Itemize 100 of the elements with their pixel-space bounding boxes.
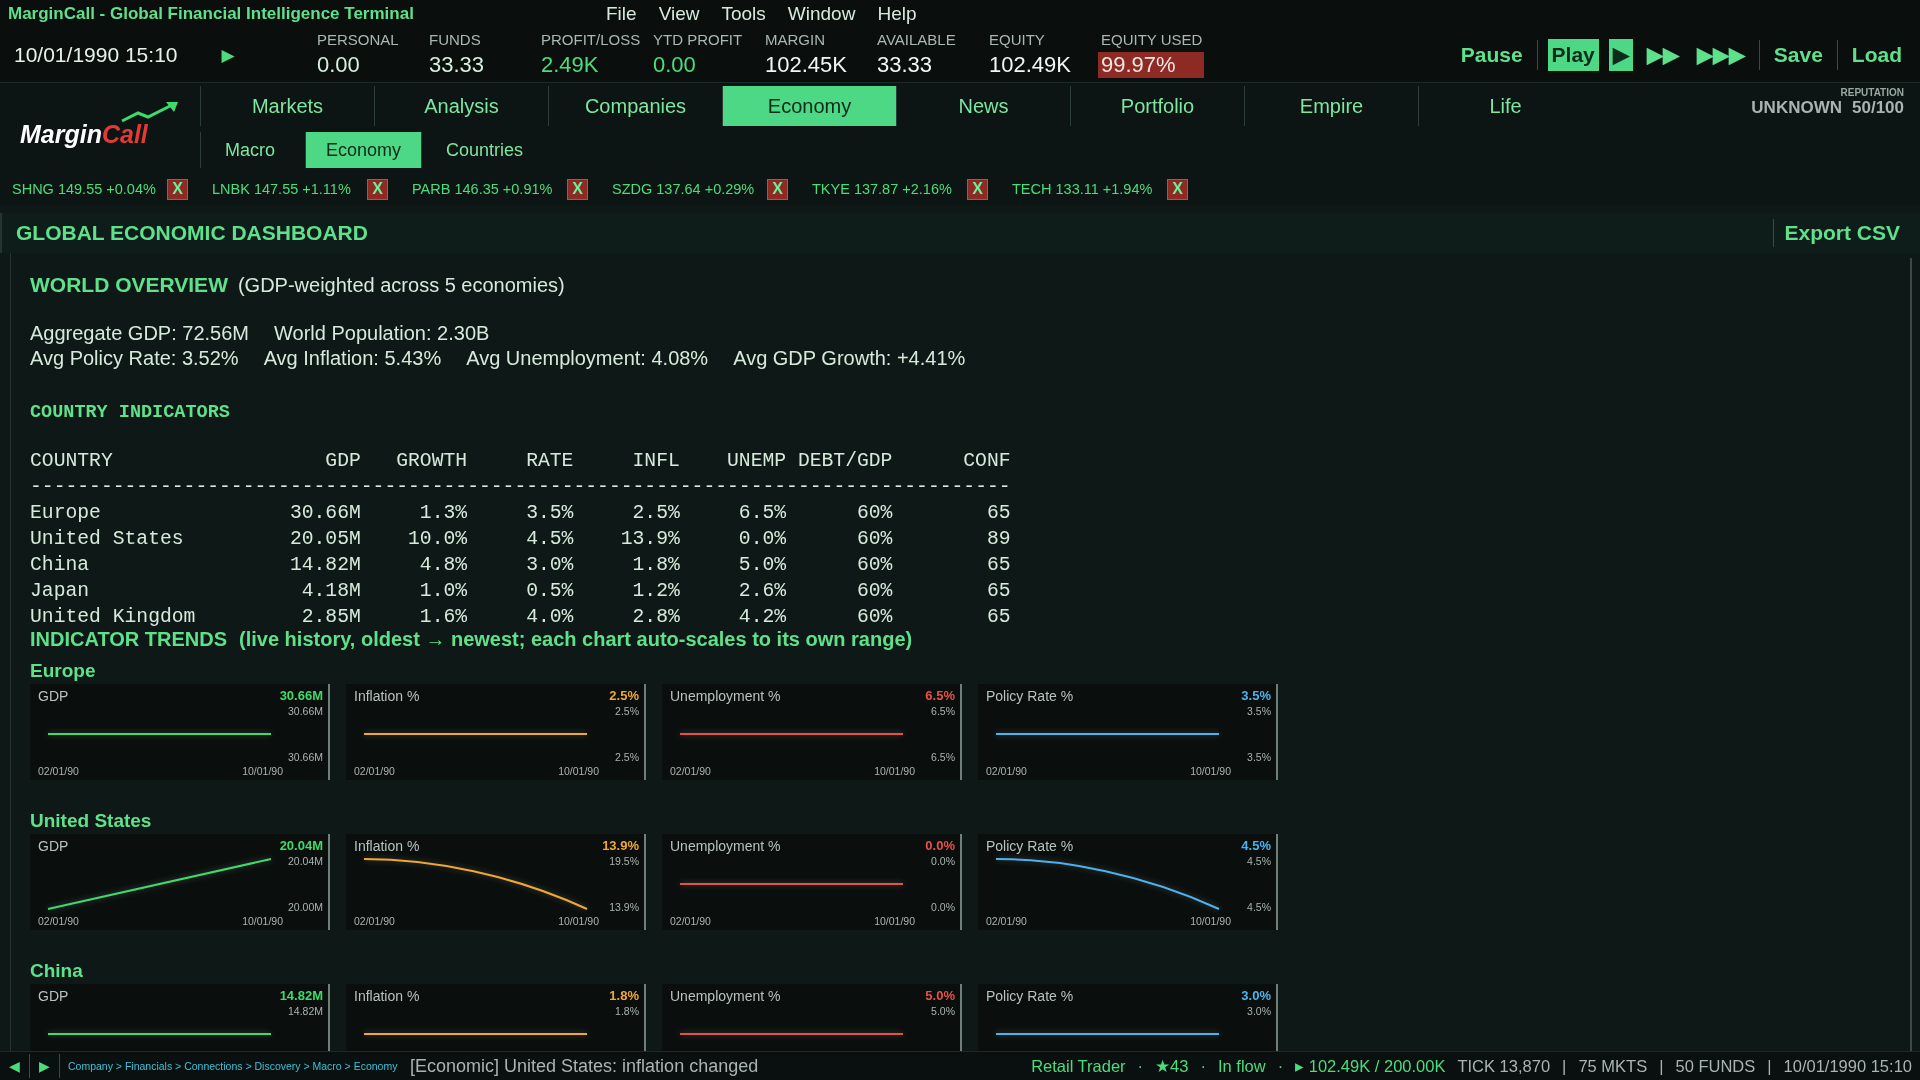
speed-button[interactable]: ▶ — [1608, 38, 1633, 71]
column-header: GROWTH — [395, 449, 468, 474]
table-cell-text: 2.85M — [300, 605, 361, 630]
sub-tab[interactable]: Economy — [305, 132, 422, 168]
dash-rule: ----------------------------------------------------------------------------------- — [30, 475, 1011, 500]
speed-button[interactable]: Pause — [1456, 38, 1527, 71]
status-text: · — [1137, 1056, 1144, 1076]
chart-title: Unemployment % — [670, 838, 782, 855]
stat-value: 33.33 — [876, 52, 934, 78]
ticker-quote[interactable]: TECH 133.11 +1.94% — [1012, 181, 1153, 197]
remove-button[interactable]: X — [967, 178, 988, 200]
status-text: 10/01/1990 15:10 — [1783, 1056, 1912, 1076]
column-header: DEBT/GDP — [796, 449, 893, 474]
nav-tab[interactable]: Empire — [1244, 86, 1418, 126]
nav-tab[interactable]: Economy — [722, 86, 896, 126]
axis-label: 02/01/90 — [38, 765, 79, 777]
axis-label: 3.5% — [1247, 705, 1271, 717]
stat-value: 99.97% — [1098, 52, 1204, 78]
nav-arrow-button[interactable]: ▶ — [30, 1054, 60, 1078]
table-cell-text: 65 — [985, 553, 1011, 578]
stat-value: 0.00 — [316, 52, 361, 78]
nav-tab[interactable]: Analysis — [374, 86, 548, 126]
chart-value: 0.0% — [925, 838, 955, 855]
axis-label: 2.5% — [615, 705, 639, 717]
table-cell-text: 60% — [855, 553, 893, 578]
remove-button[interactable]: X — [767, 178, 788, 200]
reputation-label: REPUTATION — [1840, 87, 1904, 98]
speed-button[interactable]: ▶▶▶ — [1692, 38, 1749, 71]
ticker-quote[interactable]: SHNG 149.55 +0.04% — [12, 181, 156, 197]
nav-tab[interactable]: Markets — [200, 86, 374, 126]
country-name: China — [30, 960, 84, 982]
scrollbar[interactable] — [1910, 258, 1912, 1051]
nav-tab[interactable]: Life — [1418, 86, 1592, 126]
remove-button[interactable]: X — [167, 178, 188, 200]
table-cell-text: 60% — [855, 579, 893, 604]
status-text: | — [1659, 1056, 1664, 1076]
sub-tab[interactable]: Countries — [421, 132, 548, 168]
remove-button[interactable]: X — [567, 178, 588, 200]
chart-value: 2.5% — [609, 688, 639, 705]
menu-item[interactable]: Window — [776, 2, 867, 25]
column-header: INFL — [631, 449, 680, 474]
chart-value: 3.0% — [1241, 988, 1271, 1005]
chart-title: Unemployment % — [670, 988, 782, 1005]
table-cell-text: 4.8% — [418, 553, 468, 578]
chart-title: GDP — [38, 988, 70, 1005]
axis-label: 13.9% — [609, 901, 639, 913]
chart-value: 6.5% — [925, 688, 955, 705]
stat-value: 102.49K — [988, 52, 1072, 78]
stat-value: 0.00 — [652, 52, 697, 78]
speed-button[interactable]: ▶▶ — [1642, 38, 1683, 71]
stat-label: PERSONAL — [317, 31, 400, 48]
column-header: RATE — [525, 449, 574, 474]
table-cell-text: Europe — [30, 501, 102, 526]
axis-label: 10/01/90 — [558, 765, 599, 777]
nav-tab[interactable]: News — [896, 86, 1070, 126]
nav-arrow-button[interactable]: ◀ — [0, 1054, 30, 1078]
nav-tab[interactable]: Portfolio — [1070, 86, 1244, 126]
table-cell-text: 60% — [855, 527, 893, 552]
reputation-rank: UNKNOWN — [1751, 98, 1842, 118]
axis-label: 4.5% — [1247, 901, 1271, 913]
table-cell-text: 5.0% — [737, 553, 787, 578]
table-cell-text: 1.3% — [418, 501, 468, 526]
axis-label: 02/01/90 — [354, 765, 395, 777]
speed-button[interactable]: Save — [1769, 38, 1827, 71]
breadcrumb[interactable]: Company > Financials > Connections > Discovery > Macro > Economy — [68, 1060, 398, 1072]
chart-value: 5.0% — [925, 988, 955, 1005]
stat-label: FUNDS — [429, 31, 482, 48]
date-time: 10/01/1990 15:10 — [14, 42, 179, 67]
status-text: · — [1277, 1056, 1284, 1076]
axis-label: 6.5% — [931, 751, 955, 763]
sub-tab[interactable]: Macro — [200, 132, 299, 168]
menu-item[interactable]: Help — [866, 2, 928, 25]
table-cell-text: 2.5% — [631, 501, 680, 526]
remove-button[interactable]: X — [1167, 178, 1188, 200]
stat-value: 2.49K — [540, 52, 600, 78]
column-header: GDP — [324, 449, 361, 474]
table-cell-text: 14.82M — [289, 553, 361, 578]
remove-button[interactable]: X — [367, 178, 388, 200]
section-heading: WORLD OVERVIEW — [30, 273, 228, 297]
export-button[interactable]: Export CSV — [1773, 219, 1910, 247]
play-button[interactable]: ▶ — [216, 44, 240, 65]
chart-title: GDP — [38, 688, 70, 705]
menu-item[interactable]: File — [595, 2, 648, 25]
status-text: Retail Trader — [1031, 1056, 1126, 1076]
heading-note: (GDP-weighted across 5 economies) — [237, 274, 565, 297]
menu-item[interactable]: View — [647, 2, 711, 25]
ticker-quote[interactable]: TKYE 137.87 +2.16% — [812, 181, 952, 197]
reputation-score: 50/100 — [1852, 98, 1904, 118]
speed-button[interactable]: Load — [1847, 38, 1906, 71]
ticker-quote[interactable]: SZDG 137.64 +0.29% — [612, 181, 755, 197]
menu-item[interactable]: Tools — [710, 2, 777, 25]
table-cell-text: 1.8% — [631, 553, 680, 578]
speed-button[interactable]: Play — [1547, 38, 1599, 71]
table-cell-text: 20.05M — [289, 527, 361, 552]
ticker-quote[interactable]: PARB 146.35 +0.91% — [412, 181, 553, 197]
axis-label: 30.66M — [287, 751, 323, 763]
chart-title: Unemployment % — [670, 688, 782, 705]
table-cell-text: United States — [30, 527, 185, 552]
axis-label: 0.0% — [931, 901, 955, 913]
ticker-quote[interactable]: LNBK 147.55 +1.11% — [212, 181, 351, 197]
